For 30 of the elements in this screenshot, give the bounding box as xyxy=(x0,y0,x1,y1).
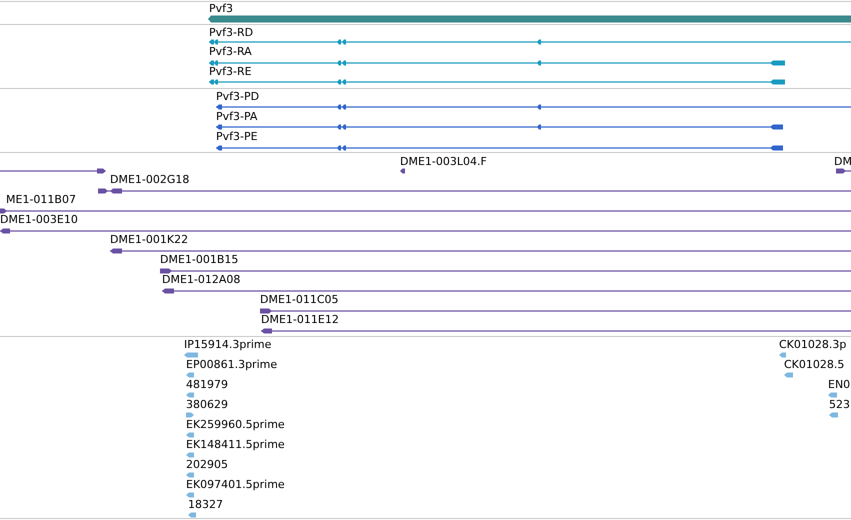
feature-label: DME1-001K22 xyxy=(110,233,188,246)
feature-label: 481979 xyxy=(186,378,228,391)
feature-label: CK01028.5 xyxy=(784,358,844,371)
feature-label: 380629 xyxy=(186,398,228,411)
feature-label: EK259960.5prime xyxy=(186,418,285,431)
feature-label: EK148411.5prime xyxy=(186,438,285,451)
feature-label: Pvf3-RE xyxy=(209,65,252,78)
feature-label: Pvf3 xyxy=(209,2,234,15)
feature-label: EN0 xyxy=(828,378,850,391)
feature-label: ME1-011B07 xyxy=(6,193,76,206)
feature-label: 18327 xyxy=(188,498,223,511)
feature-label: DME1-001B15 xyxy=(160,253,238,266)
feature-label: Pvf3-PE xyxy=(216,130,258,143)
feature-label: Pvf3-PA xyxy=(216,110,258,123)
feature-label: Pvf3-RA xyxy=(209,45,252,58)
feature-label: Pvf3-RD xyxy=(209,26,254,39)
feature-label: 523 xyxy=(829,398,850,411)
feature-label: EK097401.5prime xyxy=(186,478,285,491)
feature-label: DME1-003E10 xyxy=(0,213,78,226)
feature-label: DME1-003L04.F xyxy=(400,155,487,168)
feature-label: DME1-011C05 xyxy=(260,293,339,306)
feature-label: CK01028.3p xyxy=(779,338,846,351)
feature-label: DM xyxy=(834,155,851,168)
feature-label: EP00861.3prime xyxy=(186,358,278,371)
feature-label: DME1-012A08 xyxy=(162,273,240,286)
feature-label: IP15914.3prime xyxy=(184,338,272,351)
feature-label: Pvf3-PD xyxy=(216,90,260,103)
feature-label: DME1-011E12 xyxy=(261,313,339,326)
feature-label: DME1-002G18 xyxy=(110,173,190,186)
feature-label: 202905 xyxy=(186,458,228,471)
